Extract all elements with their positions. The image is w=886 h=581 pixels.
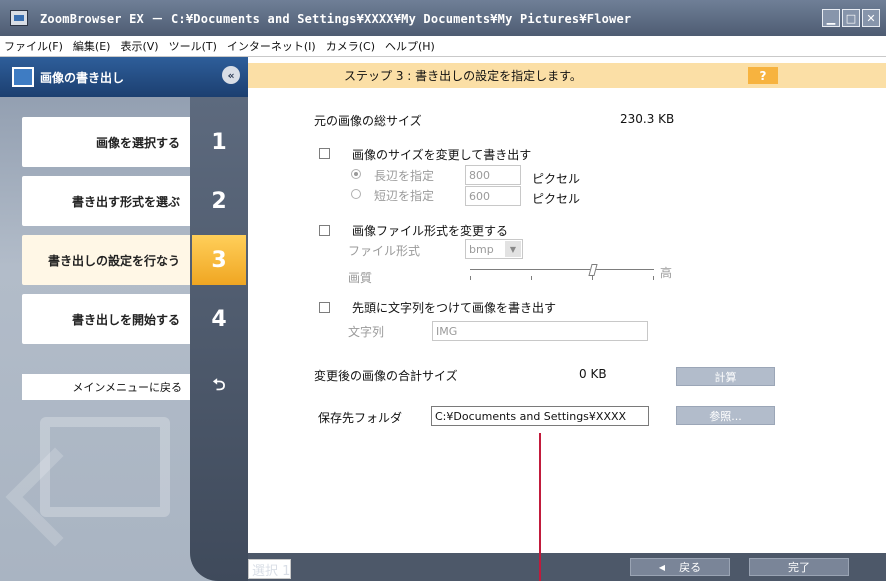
quality-slider-track[interactable] (470, 269, 654, 270)
new-total-label: 変更後の画像の合計サイズ (314, 369, 458, 383)
step-4-number[interactable]: 4 (192, 294, 246, 344)
prefix-string-input[interactable]: IMG (432, 321, 648, 341)
quality-tick (592, 276, 593, 280)
step-3-button[interactable]: 書き出しの設定を行なう (22, 235, 190, 285)
save-folder-label: 保存先フォルダ (318, 411, 403, 425)
collapse-icon[interactable]: « (222, 66, 240, 84)
file-format-select[interactable]: bmp ▼ (465, 239, 523, 259)
sidebar-header: 画像の書き出し « (0, 57, 248, 97)
long-side-label: 長辺を指定 (374, 169, 435, 183)
return-arrow-icon[interactable]: ⮌ (192, 374, 246, 400)
window-controls: ▁ □ ✕ (822, 9, 880, 27)
quality-label: 画質 (348, 271, 373, 285)
export-image-icon (12, 67, 34, 87)
string-label: 文字列 (348, 325, 385, 339)
long-side-input[interactable]: 800 (465, 165, 521, 185)
minimize-button[interactable]: ▁ (822, 9, 840, 27)
help-button[interactable]: ? (748, 67, 778, 84)
short-side-unit: ピクセル (532, 192, 581, 206)
new-total-value: 0 KB (579, 367, 607, 381)
menu-internet[interactable]: インターネット(I) (227, 38, 316, 54)
maximize-button[interactable]: □ (842, 9, 860, 27)
step-1-number[interactable]: 1 (192, 117, 246, 167)
short-side-label: 短辺を指定 (374, 189, 435, 203)
format-change-label: 画像ファイル形式を変更する (352, 224, 509, 238)
long-side-radio[interactable] (351, 169, 361, 179)
title-bar: ZoomBrowser EX － C:¥Documents and Settin… (0, 0, 886, 36)
chevron-down-icon[interactable]: ▼ (505, 241, 521, 257)
resize-checkbox[interactable] (319, 148, 330, 159)
quality-high-label: 高 (660, 266, 673, 280)
app-icon (10, 10, 28, 26)
save-folder-input[interactable]: C:¥Documents and Settings¥XXXX (431, 406, 649, 426)
original-total-value: 230.3 KB (620, 112, 675, 126)
file-format-value: bmp (469, 242, 494, 256)
pointer-line (539, 433, 541, 581)
menu-help[interactable]: ヘルプ(H) (385, 38, 435, 54)
back-button[interactable]: ◀ 戻る (630, 558, 730, 576)
back-button-label: 戻る (679, 561, 702, 574)
footer-bar: 選択 1 ◀ 戻る 完了 (248, 553, 886, 581)
step-4-button[interactable]: 書き出しを開始する (22, 294, 190, 344)
short-side-input[interactable]: 600 (465, 186, 521, 206)
quality-tick (531, 276, 532, 280)
step-instruction-bar: ステップ 3 : 書き出しの設定を指定します。 ? (248, 63, 886, 88)
original-total-label: 元の画像の総サイズ (314, 114, 422, 128)
step-2-button[interactable]: 書き出す形式を選ぶ (22, 176, 190, 226)
step-label: 書き出しを開始する (71, 312, 180, 327)
menu-tools[interactable]: ツール(T) (169, 38, 217, 54)
quality-tick (470, 276, 471, 280)
close-button[interactable]: ✕ (862, 9, 880, 27)
main-menu-label: メインメニューに戻る (72, 381, 182, 394)
menu-camera[interactable]: カメラ(C) (326, 38, 375, 54)
step-2-number[interactable]: 2 (192, 176, 246, 226)
browse-button[interactable]: 参照... (676, 406, 775, 425)
menu-edit[interactable]: 編集(E) (73, 38, 111, 54)
sidebar: 画像の書き出し « 画像を選択する 1 書き出す形式を選ぶ 2 書き出しの設定を… (0, 57, 248, 581)
short-side-radio[interactable] (351, 189, 361, 199)
step-3-number[interactable]: 3 (192, 235, 246, 285)
step-label: 書き出しの設定を行なう (47, 253, 180, 268)
menu-bar: ファイル(F) 編集(E) 表示(V) ツール(T) インターネット(I) カメ… (0, 36, 886, 57)
window-title: ZoomBrowser EX － C:¥Documents and Settin… (40, 11, 632, 26)
quality-slider-thumb[interactable] (588, 264, 598, 276)
format-change-checkbox[interactable] (319, 225, 330, 236)
calculate-button[interactable]: 計算 (676, 367, 775, 386)
step-instruction: ステップ 3 : 書き出しの設定を指定します。 (344, 69, 582, 83)
menu-view[interactable]: 表示(V) (120, 38, 158, 54)
settings-panel: 元の画像の総サイズ 230.3 KB 画像のサイズを変更して書き出す 長辺を指定… (248, 88, 886, 553)
sidebar-title: 画像の書き出し (40, 70, 125, 85)
step-label: 画像を選択する (95, 135, 180, 150)
file-format-label: ファイル形式 (348, 244, 421, 258)
back-arrow-icon: ◀ (658, 562, 666, 572)
prefix-checkbox[interactable] (319, 302, 330, 313)
menu-file[interactable]: ファイル(F) (4, 38, 63, 54)
step-label: 書き出す形式を選ぶ (71, 194, 180, 209)
selection-count: 選択 1 (248, 559, 292, 579)
quality-tick (653, 276, 654, 280)
finish-button[interactable]: 完了 (749, 558, 849, 576)
long-side-unit: ピクセル (532, 172, 581, 186)
prefix-label: 先頭に文字列をつけて画像を書き出す (352, 301, 557, 315)
main-menu-button[interactable]: メインメニューに戻る (22, 374, 190, 400)
step-1-button[interactable]: 画像を選択する (22, 117, 190, 167)
resize-label: 画像のサイズを変更して書き出す (352, 148, 532, 162)
